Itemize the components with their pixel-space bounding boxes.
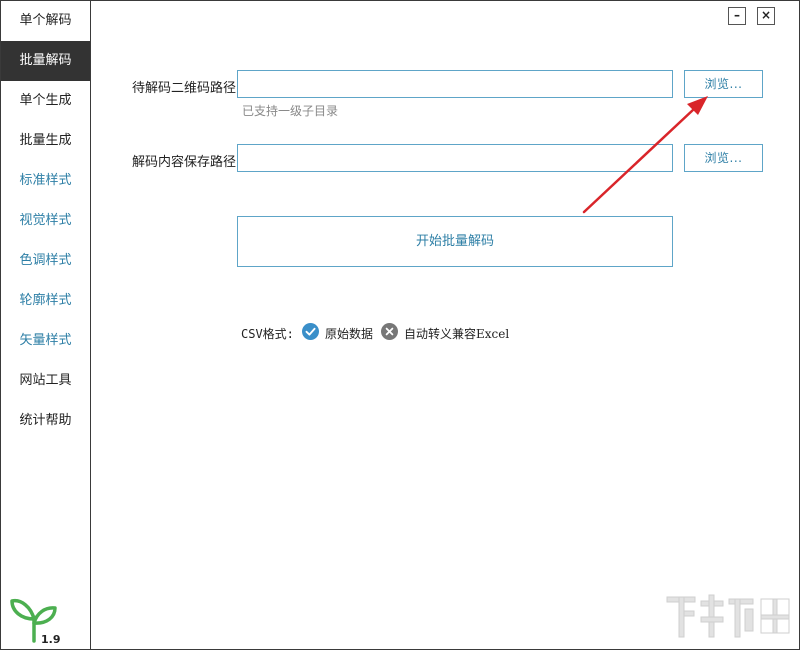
csv-option-raw[interactable]: 原始数据 — [325, 325, 373, 342]
start-batch-decode-button[interactable]: 开始批量解码 — [237, 216, 673, 267]
sidebar-item-single-generate[interactable]: 单个生成 — [1, 81, 90, 121]
red-arrow-annotation — [582, 96, 708, 214]
download-site-watermark — [663, 591, 795, 647]
sidebar-item-visual-style[interactable]: 视觉样式 — [1, 201, 90, 241]
sidebar: 单个解码 批量解码 单个生成 批量生成 标准样式 视觉样式 色调样式 轮廓样式 … — [1, 1, 91, 649]
browse-source-button[interactable]: 浏览... — [684, 70, 763, 98]
sidebar-item-vector-style[interactable]: 矢量样式 — [1, 321, 90, 361]
close-button[interactable]: × — [757, 7, 775, 25]
subdirectory-hint: 已支持一级子目录 — [242, 104, 339, 118]
check-circle-icon[interactable] — [302, 323, 319, 340]
sidebar-item-tone-style[interactable]: 色调样式 — [1, 241, 90, 281]
app-window: 单个解码 批量解码 单个生成 批量生成 标准样式 视觉样式 色调样式 轮廓样式 … — [0, 0, 800, 650]
csv-format-label: CSV格式: — [241, 327, 294, 341]
version-label: 1.9 — [41, 633, 61, 646]
source-path-input[interactable] — [237, 70, 673, 98]
source-path-label: 待解码二维码路径 — [132, 81, 237, 96]
csv-option-excel[interactable]: 自动转义兼容Excel — [404, 325, 509, 342]
sidebar-item-single-decode[interactable]: 单个解码 — [1, 1, 90, 41]
minimize-button[interactable]: – — [728, 7, 746, 25]
browse-save-button[interactable]: 浏览... — [684, 144, 763, 172]
sidebar-item-outline-style[interactable]: 轮廓样式 — [1, 281, 90, 321]
sidebar-item-batch-generate[interactable]: 批量生成 — [1, 121, 90, 161]
save-path-input[interactable] — [237, 144, 673, 172]
sidebar-item-stats-help[interactable]: 统计帮助 — [1, 401, 90, 441]
save-path-label: 解码内容保存路径 — [132, 155, 237, 170]
sidebar-item-web-tools[interactable]: 网站工具 — [1, 361, 90, 401]
sidebar-item-standard-style[interactable]: 标准样式 — [1, 161, 90, 201]
cross-circle-icon[interactable] — [381, 323, 398, 340]
sidebar-item-batch-decode[interactable]: 批量解码 — [1, 41, 90, 81]
